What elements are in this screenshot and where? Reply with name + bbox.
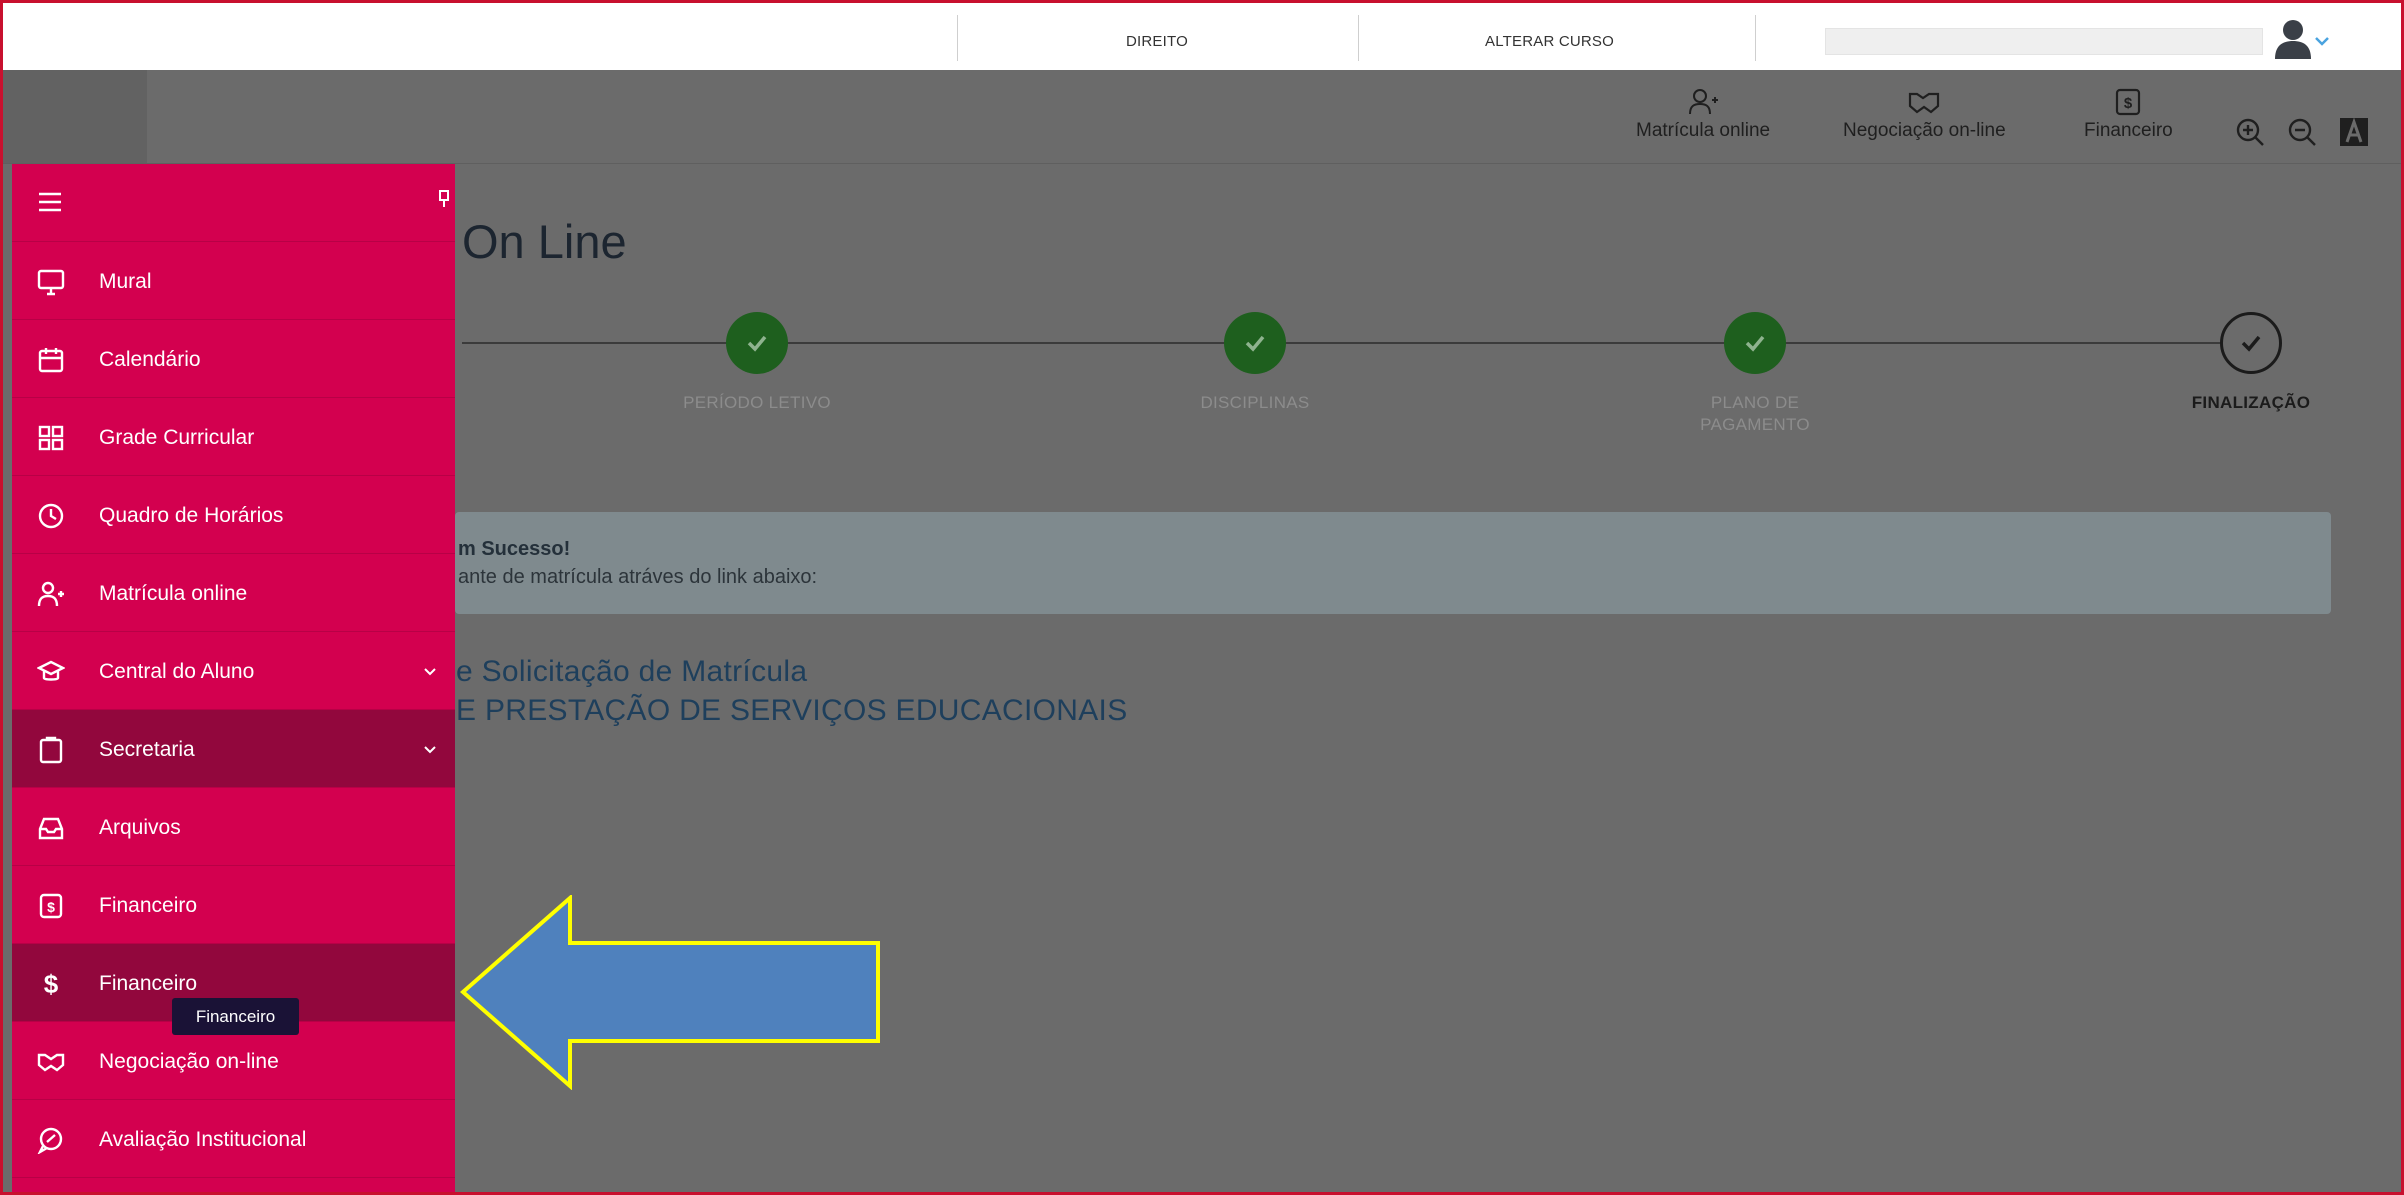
font-size-icon[interactable]: [2338, 116, 2370, 148]
divider: [957, 15, 958, 61]
hamburger-menu-icon[interactable]: [37, 191, 63, 213]
change-course-link[interactable]: ALTERAR CURSO: [1485, 33, 1614, 50]
sidebar-item-label: Calendário: [99, 348, 201, 371]
course-label[interactable]: DIREITO: [1126, 33, 1188, 50]
monitor-icon: [37, 269, 65, 296]
svg-text:$: $: [47, 899, 55, 915]
user-plus-icon: [37, 581, 64, 607]
user-name-field: [1825, 28, 2263, 55]
header-matricula-online[interactable]: Matrícula online: [1636, 88, 1770, 142]
header-item-label: Negociação on-line: [1843, 120, 2006, 141]
logo-area: [3, 70, 147, 164]
zoom-in-icon[interactable]: [2234, 116, 2266, 148]
sidebar-item-label: Secretaria: [99, 738, 195, 761]
zoom-out-icon[interactable]: [2286, 116, 2318, 148]
svg-text:$: $: [44, 970, 59, 998]
step-periodo-letivo: [726, 312, 788, 374]
sidebar-item-label: Arquivos: [99, 816, 181, 839]
check-icon: [1745, 335, 1765, 352]
clock-icon: [38, 503, 64, 529]
page-title: On Line: [462, 215, 627, 268]
sidebar-item-label: Central do Aluno: [99, 660, 255, 683]
sidebar-item-arquivos[interactable]: Arquivos: [12, 788, 455, 866]
sidebar-item-financeiro[interactable]: $ Financeiro: [12, 866, 455, 944]
sidebar-item-label: Matrícula online: [99, 582, 248, 605]
top-bar: DIREITO ALTERAR CURSO: [3, 3, 2401, 70]
sidebar-item-label: Negociação on-line: [99, 1050, 279, 1073]
sidebar-item-label: Financeiro: [99, 972, 198, 995]
header-negociacao[interactable]: Negociação on-line: [1843, 88, 2006, 142]
step-plano-pagamento: [1724, 312, 1786, 374]
alert-text: ante de matrícula atráves do link abaixo…: [458, 566, 818, 588]
step-label: PERÍODO LETIVO: [683, 393, 831, 412]
sidebar-item-matricula-online[interactable]: Matrícula online: [12, 554, 455, 632]
contrato-link[interactable]: E PRESTAÇÃO DE SERVIÇOS EDUCACIONAIS: [456, 694, 1128, 728]
success-alert: m Sucesso! ante de matrícula atráves do …: [455, 512, 2331, 614]
header-item-label: Financeiro: [2084, 120, 2173, 141]
solicitacao-matricula-link[interactable]: e Solicitação de Matrícula: [456, 655, 807, 689]
user-plus-icon: [1689, 89, 1719, 115]
divider: [1755, 15, 1756, 61]
sidebar-item-secretaria[interactable]: Secretaria: [12, 710, 455, 788]
user-avatar-icon: [2275, 20, 2329, 59]
dollar-document-icon: $: [39, 893, 63, 919]
sidebar-header: [12, 164, 455, 242]
step-label-active: FINALIZAÇÃO: [2191, 393, 2311, 412]
sidebar-item-calendario[interactable]: Calendário: [12, 320, 455, 398]
check-icon: [1245, 335, 1265, 352]
sidebar-item-quadro-horarios[interactable]: Quadro de Horários: [12, 476, 455, 554]
pin-icon[interactable]: [438, 190, 450, 208]
chevron-down-icon: [424, 668, 436, 676]
divider: [1358, 15, 1359, 61]
step-disciplinas: [1224, 312, 1286, 374]
inbox-icon: [38, 817, 64, 840]
alert-title: m Sucesso!: [458, 538, 571, 560]
handshake-icon: [1909, 92, 1940, 114]
step-label: DISCIPLINAS: [1200, 393, 1310, 412]
sidebar-item-label: Grade Curricular: [99, 426, 255, 449]
chat-icon: [37, 1127, 63, 1154]
check-icon: [747, 335, 767, 352]
calendar-icon: [38, 348, 64, 373]
tooltip: Financeiro: [172, 998, 299, 1035]
dollar-icon: $: [44, 970, 59, 998]
svg-text:$: $: [2124, 95, 2133, 112]
step-label-line: PAGAMENTO: [1700, 415, 1810, 434]
step-label: PLANO DE PAGAMENTO: [1655, 392, 1855, 436]
sidebar-item-grade-curricular[interactable]: Grade Curricular: [12, 398, 455, 476]
check-icon: [2241, 335, 2261, 352]
user-menu[interactable]: [2271, 17, 2331, 61]
dollar-document-icon: $: [2116, 88, 2141, 116]
sidebar-item-avaliacao[interactable]: Avaliação Institucional: [12, 1100, 455, 1178]
sidebar-item-central-aluno[interactable]: Central do Aluno: [12, 632, 455, 710]
sidebar-item-label: Financeiro: [99, 894, 198, 917]
handshake-icon: [37, 1053, 65, 1072]
annotation-arrow: [460, 895, 880, 1090]
step-label-line: PLANO DE: [1710, 393, 1800, 412]
chevron-down-icon: [424, 746, 436, 754]
sidebar-item-label: Quadro de Horários: [99, 504, 284, 527]
grid-icon: [38, 425, 64, 451]
header-item-label: Matrícula online: [1636, 120, 1771, 141]
clipboard-icon: [39, 736, 63, 764]
sidebar-item-mural[interactable]: Mural: [12, 242, 455, 320]
sidebar: Mural Calendário Grade Curricular Quadro…: [12, 164, 455, 1192]
step-finalizacao: [2220, 312, 2282, 374]
sidebar-item-label: Avaliação Institucional: [99, 1128, 307, 1151]
sidebar-item-label: Mural: [99, 270, 152, 293]
header-financeiro[interactable]: $ Financeiro: [2084, 88, 2173, 142]
graduation-cap-icon: [37, 660, 65, 681]
chevron-down-icon: [2315, 37, 2329, 46]
